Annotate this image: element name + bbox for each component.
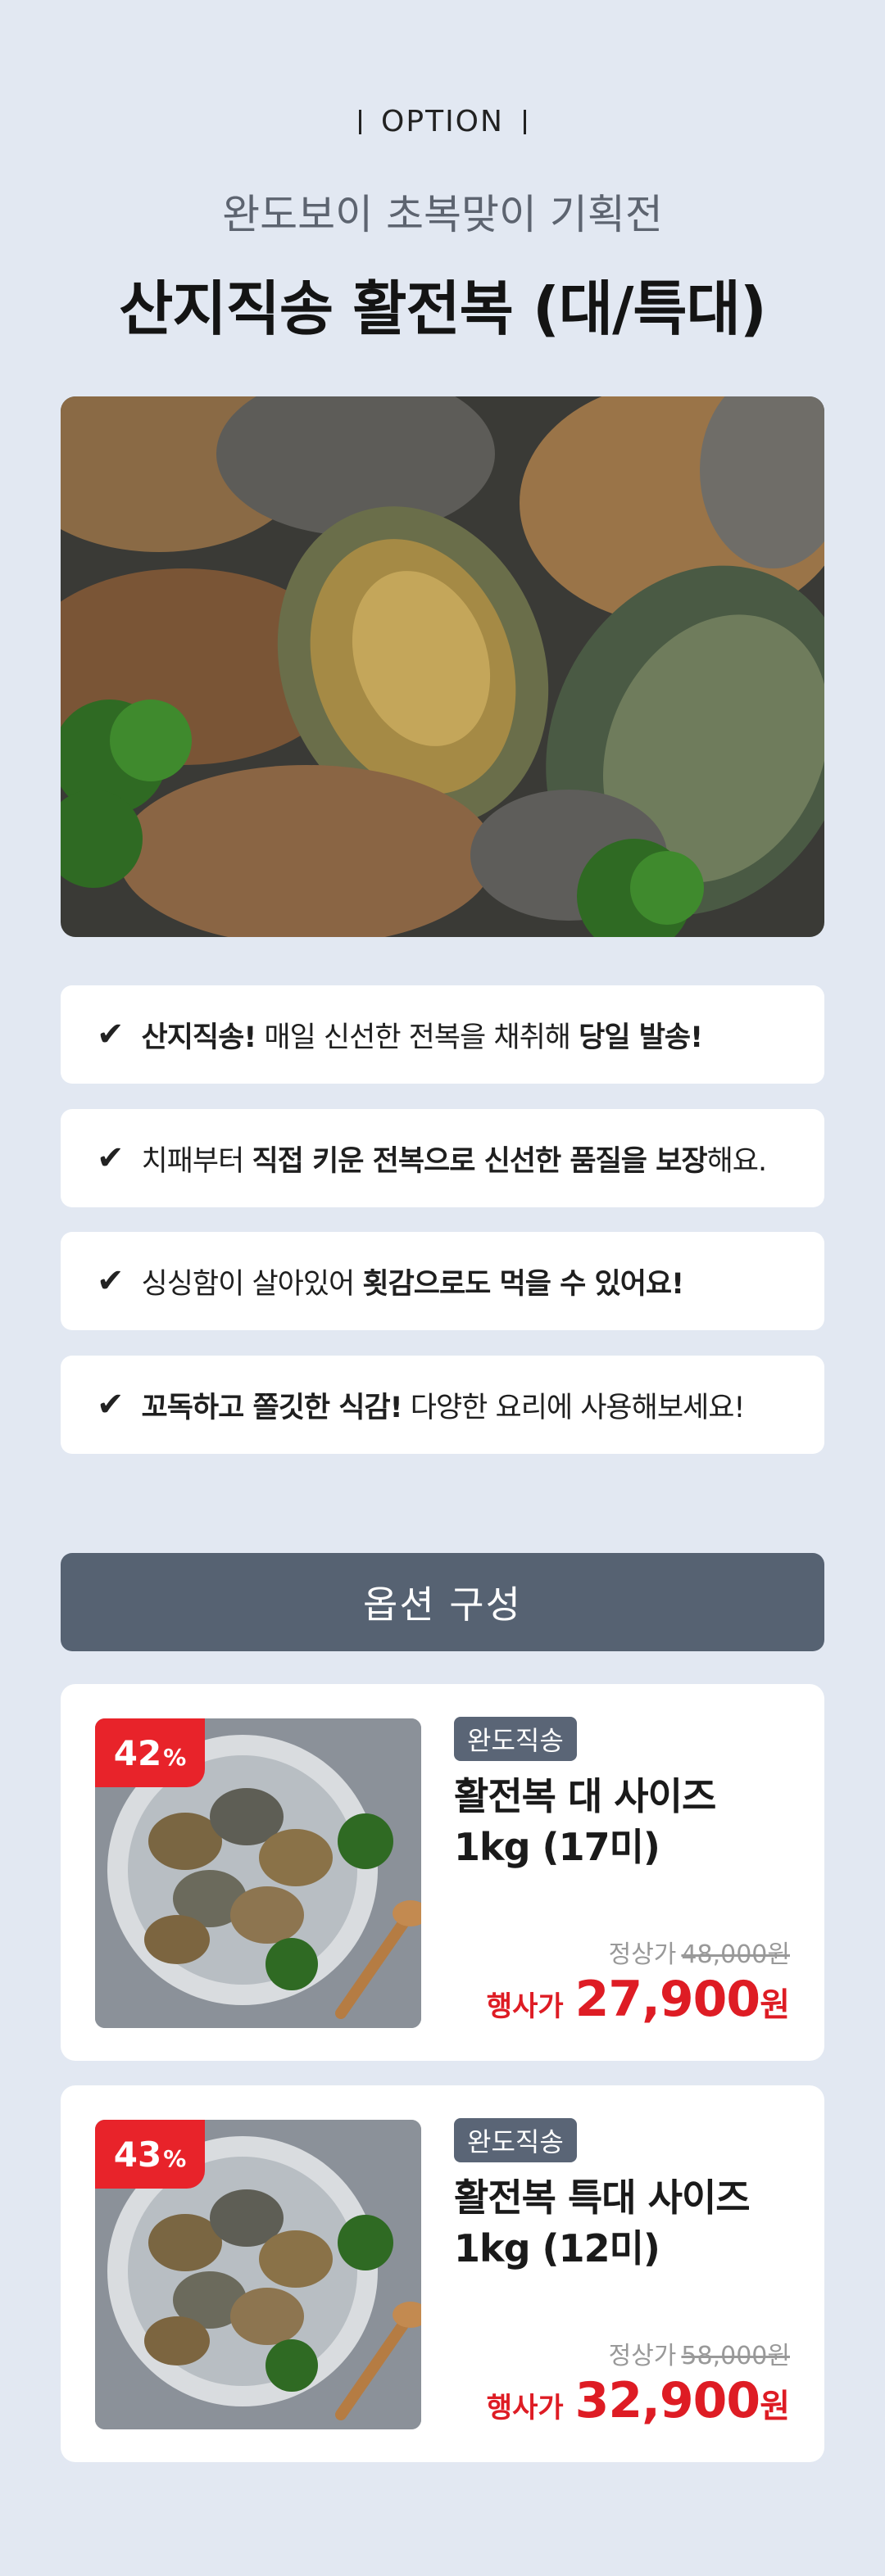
- check-icon: ✔: [97, 1139, 125, 1177]
- sale-price: 행사가 27,900원: [486, 1971, 790, 2028]
- product-card[interactable]: 43% 완도직송 활전복 특대 사이즈 1kg (12미) 정상가 58,000원…: [61, 2085, 824, 2462]
- check-icon: ✔: [97, 1386, 125, 1424]
- feature-row: ✔ 산지직송! 매일 신선한 전복을 채취해 당일 발송!: [61, 985, 824, 1084]
- promo-subtitle: 완도보이 초복맞이 기획전: [222, 191, 663, 238]
- original-price: 정상가 58,000원: [608, 2342, 790, 2370]
- original-price: 정상가 48,000원: [608, 1940, 790, 1969]
- product-name: 활전복 대 사이즈 1kg (17미): [454, 1774, 716, 1869]
- feature-row: ✔ 치패부터 직접 키운 전복으로 신선한 품질을 보장해요.: [61, 1109, 824, 1207]
- feature-text: 산지직송! 매일 신선한 전복을 채취해 당일 발송!: [141, 1021, 704, 1054]
- page-title: 산지직송 활전복 (대/특대): [119, 274, 767, 343]
- check-icon: ✔: [97, 1016, 125, 1053]
- shipping-badge: 완도직송: [454, 1717, 577, 1761]
- feature-text: 싱싱함이 살아있어 횟감으로도 먹을 수 있어요!: [141, 1267, 685, 1301]
- hero-abalone-image: [61, 396, 824, 937]
- product-image: 42%: [95, 1718, 421, 2028]
- sale-price: 행사가 32,900원: [486, 2372, 790, 2429]
- product-detail-page: OPTION 완도보이 초복맞이 기획전 산지직송 활전복 (대/특대) ✔ 산…: [0, 0, 885, 2576]
- option-tag: OPTION: [0, 105, 885, 138]
- product-image: 43%: [95, 2120, 421, 2429]
- shipping-badge: 완도직송: [454, 2118, 577, 2162]
- discount-badge: 42%: [95, 1718, 205, 1787]
- feature-text: 꼬독하고 쫄깃한 식감! 다양한 요리에 사용해보세요!: [141, 1391, 746, 1424]
- discount-badge: 43%: [95, 2120, 205, 2189]
- divider: [359, 110, 362, 134]
- product-card[interactable]: 42% 완도직송 활전복 대 사이즈 1kg (17미) 정상가 48,000원 …: [61, 1684, 824, 2061]
- divider: [523, 110, 526, 134]
- option-tag-label: OPTION: [381, 105, 504, 138]
- feature-row: ✔ 싱싱함이 살아있어 횟감으로도 먹을 수 있어요!: [61, 1232, 824, 1330]
- options-header-label: 옵션 구성: [363, 1582, 522, 1627]
- check-icon: ✔: [97, 1262, 125, 1300]
- abalone-photo-illustration: [61, 396, 824, 937]
- product-name: 활전복 특대 사이즈 1kg (12미): [454, 2175, 751, 2270]
- feature-row: ✔ 꼬독하고 쫄깃한 식감! 다양한 요리에 사용해보세요!: [61, 1356, 824, 1454]
- feature-text: 치패부터 직접 키운 전복으로 신선한 품질을 보장해요.: [141, 1144, 768, 1178]
- options-section-header: 옵션 구성: [61, 1553, 824, 1651]
